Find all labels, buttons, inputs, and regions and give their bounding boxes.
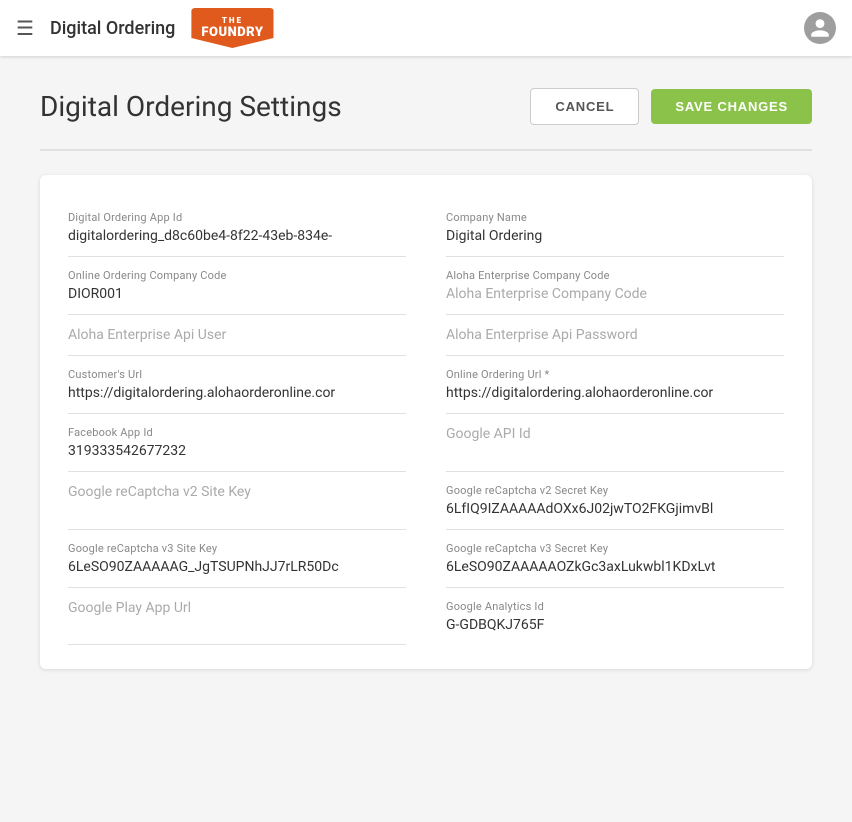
field-group: Google reCaptcha v2 Site Key [68,472,406,530]
field-group: Customer's Url https://digitalordering.al… [68,356,406,414]
field-value: 319333542677232 [68,443,406,459]
field-label: Company Name [446,211,784,224]
field-placeholder: Google Play App Url [68,600,406,616]
field-value: https://digitalordering.alohaorderonline… [446,385,784,401]
top-navigation: ☰ Digital Ordering THE FOUNDRY [0,0,852,56]
field-group: Aloha Enterprise Company Code Aloha Enter… [446,257,784,315]
field-value: Digital Ordering [446,228,784,244]
field-label: Customer's Url [68,368,406,381]
field-label: Online Ordering Url * [446,368,784,381]
settings-card: Digital Ordering App Id digitalordering_d… [40,175,812,669]
brand-logo: THE FOUNDRY [191,8,273,48]
logo-foundry-text: FOUNDRY [201,25,263,40]
field-label: Google reCaptcha v3 Secret Key [446,542,784,555]
field-group: Google reCaptcha v2 Secret Key 6LfIQ9IZAA… [446,472,784,530]
fields-grid: Digital Ordering App Id digitalordering_d… [68,199,784,645]
save-changes-button[interactable]: SAVE CHANGES [651,89,812,124]
field-group: Google reCaptcha v3 Site Key 6LeSO90ZAAAA… [68,530,406,588]
field-placeholder: Aloha Enterprise Api User [68,327,406,343]
logo-the-text: THE [222,16,243,25]
field-value: 6LeSO90ZAAAAAOZkGc3axLukwbl1KDxLvt [446,559,784,575]
field-group: Online Ordering Company Code DIOR001 [68,257,406,315]
field-placeholder: Google API Id [446,426,784,442]
field-group: Google Play App Url [68,588,406,645]
field-label: Google reCaptcha v3 Site Key [68,542,406,555]
field-value: https://digitalordering.alohaorderonline… [68,385,406,401]
header-divider [40,149,812,151]
page-header: Digital Ordering Settings CANCEL SAVE CH… [40,88,812,125]
field-label: Online Ordering Company Code [68,269,406,282]
field-group: Aloha Enterprise Api User [68,315,406,356]
field-value: 6LfIQ9IZAAAAAdOXx6J02jwTO2FKGjimvBl [446,501,784,517]
cancel-button[interactable]: CANCEL [530,88,639,125]
page-title: Digital Ordering Settings [40,90,530,123]
user-avatar[interactable] [804,12,836,44]
field-label: Facebook App Id [68,426,406,439]
app-title: Digital Ordering [50,18,175,39]
field-value: G-GDBQKJ765F [446,617,784,633]
field-group: Google API Id [446,414,784,472]
field-group: Digital Ordering App Id digitalordering_d… [68,199,406,257]
page-content: Digital Ordering Settings CANCEL SAVE CH… [0,56,852,701]
field-group: Google Analytics Id G-GDBQKJ765F [446,588,784,645]
field-value: 6LeSO90ZAAAAAG_JgTSUPNhJJ7rLR50Dc [68,559,406,575]
field-placeholder: Google reCaptcha v2 Site Key [68,484,406,500]
field-group: Facebook App Id 319333542677232 [68,414,406,472]
menu-icon[interactable]: ☰ [16,16,34,40]
field-value: digitalordering_d8c60be4-8f22-43eb-834e- [68,228,406,244]
field-value: DIOR001 [68,286,406,302]
field-label: Digital Ordering App Id [68,211,406,224]
field-placeholder: Aloha Enterprise Api Password [446,327,784,343]
field-group: Online Ordering Url * https://digitalorde… [446,356,784,414]
field-label: Aloha Enterprise Company Code [446,269,784,282]
field-group: Google reCaptcha v3 Secret Key 6LeSO90ZAA… [446,530,784,588]
field-group: Aloha Enterprise Api Password [446,315,784,356]
field-group: Company Name Digital Ordering [446,199,784,257]
field-label: Google Analytics Id [446,600,784,613]
field-placeholder: Aloha Enterprise Company Code [446,286,784,302]
field-label: Google reCaptcha v2 Secret Key [446,484,784,497]
